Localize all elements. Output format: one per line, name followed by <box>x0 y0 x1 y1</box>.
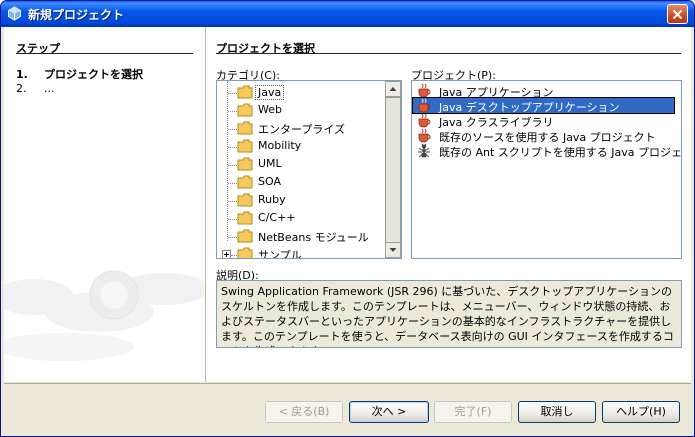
tree-item-netbeans-modules[interactable]: NetBeans モジュール <box>217 227 387 245</box>
footer-divider <box>4 383 691 384</box>
tree-item-java[interactable]: Java <box>217 83 387 101</box>
dialog-content: ステップ 1. プロジェクトを選択 2.... プロジェクトを選択 カテゴリ(C)… <box>4 27 691 382</box>
project-item-java-existing-ant[interactable]: 既存の Ant スクリプトを使用する Java プロジェクト <box>413 143 681 159</box>
tree-item-label: Java <box>255 85 285 100</box>
description-text: Swing Application Framework (JSR 296) に基… <box>216 280 682 348</box>
project-item-java-application[interactable]: Java アプリケーション <box>413 83 674 99</box>
java-cup-icon <box>418 128 431 143</box>
java-cup-icon <box>418 98 431 113</box>
project-item-label: 既存の Ant スクリプトを使用する Java プロジェクト <box>439 146 682 159</box>
tree-item-uml[interactable]: UML <box>217 155 387 173</box>
arrow-down-icon <box>389 248 397 252</box>
step-number: 2. <box>16 82 27 95</box>
tree-item-enterprise[interactable]: エンタープライズ <box>217 119 387 137</box>
main-divider <box>216 53 681 54</box>
folder-icon <box>237 211 253 225</box>
step-item-2: 2.... <box>16 82 55 95</box>
scroll-down-button[interactable] <box>385 242 401 258</box>
tree-item-label: エンタープライズ <box>258 123 346 136</box>
steps-panel: ステップ 1. プロジェクトを選択 2.... <box>4 27 204 382</box>
java-cup-icon <box>418 113 431 128</box>
folder-icon <box>237 193 253 207</box>
window-title: 新規プロジェクト <box>28 8 125 22</box>
folder-icon <box>237 85 253 99</box>
ant-icon <box>418 143 430 158</box>
arrow-up-icon <box>389 87 397 91</box>
scroll-thumb[interactable] <box>385 97 401 243</box>
step-number: 1. <box>16 68 28 81</box>
tree-item-soa[interactable]: SOA <box>217 173 387 191</box>
tree-item-ruby[interactable]: Ruby <box>217 191 387 209</box>
tree-item-label: NetBeans モジュール <box>258 231 369 244</box>
projects-list[interactable]: Java アプリケーション Java デスクトップアプリケーション Java ク… <box>411 80 682 259</box>
next-button[interactable]: 次へ > <box>349 401 429 423</box>
step-label: ... <box>44 82 55 95</box>
scroll-up-button[interactable] <box>385 81 401 97</box>
project-item-java-class-library[interactable]: Java クラスライブラリ <box>413 113 674 129</box>
folder-icon <box>237 103 253 117</box>
close-icon <box>672 9 683 20</box>
project-item-java-existing-sources[interactable]: 既存のソースを使用する Java プロジェクト <box>413 128 674 144</box>
title-bar[interactable]: 新規プロジェクト <box>1 1 694 27</box>
folder-icon <box>237 157 253 171</box>
help-button[interactable]: ヘルプ(H) <box>602 401 680 423</box>
categories-tree[interactable]: Java Web エンタープライズ Mobility UML SOA Ruby … <box>216 80 402 259</box>
step-item-1: 1. プロジェクトを選択 <box>16 66 143 82</box>
folder-icon <box>237 121 253 135</box>
steps-divider <box>16 53 193 54</box>
finish-button[interactable]: 完了(F) <box>434 401 512 423</box>
new-project-dialog: 新規プロジェクト ステップ 1. プロジェクトを選択 2.... プロジェクトを… <box>0 0 695 437</box>
tree-item-label: SOA <box>258 175 281 188</box>
pane-separator <box>205 27 206 382</box>
folder-icon <box>237 247 253 258</box>
tree-item-label: Web <box>258 103 282 116</box>
tree-item-cpp[interactable]: C/C++ <box>217 209 387 227</box>
folder-icon <box>237 139 253 153</box>
tree-item-label: Mobility <box>258 139 302 152</box>
cancel-button[interactable]: 取消し <box>518 401 596 423</box>
step-label: プロジェクトを選択 <box>44 68 143 81</box>
tree-item-web[interactable]: Web <box>217 101 387 119</box>
tree-item-label: Ruby <box>258 193 286 206</box>
folder-icon <box>237 229 253 243</box>
categories-scrollbar[interactable] <box>385 81 401 258</box>
folder-icon <box>237 175 253 189</box>
tree-item-samples[interactable]: サンプル <box>217 245 387 259</box>
expand-icon[interactable] <box>222 250 231 258</box>
tree-item-label: UML <box>258 157 282 170</box>
tree-item-label: C/C++ <box>258 211 296 224</box>
java-cup-icon <box>418 83 431 98</box>
project-item-java-desktop[interactable]: Java デスクトップアプリケーション <box>412 97 675 114</box>
close-button[interactable] <box>667 4 688 24</box>
tree-item-mobility[interactable]: Mobility <box>217 137 387 155</box>
tree-item-label: サンプル <box>258 249 302 259</box>
netbeans-cube-icon <box>8 6 21 21</box>
back-button[interactable]: < 戻る(B) <box>265 401 343 423</box>
decorative-watermark <box>4 270 204 361</box>
